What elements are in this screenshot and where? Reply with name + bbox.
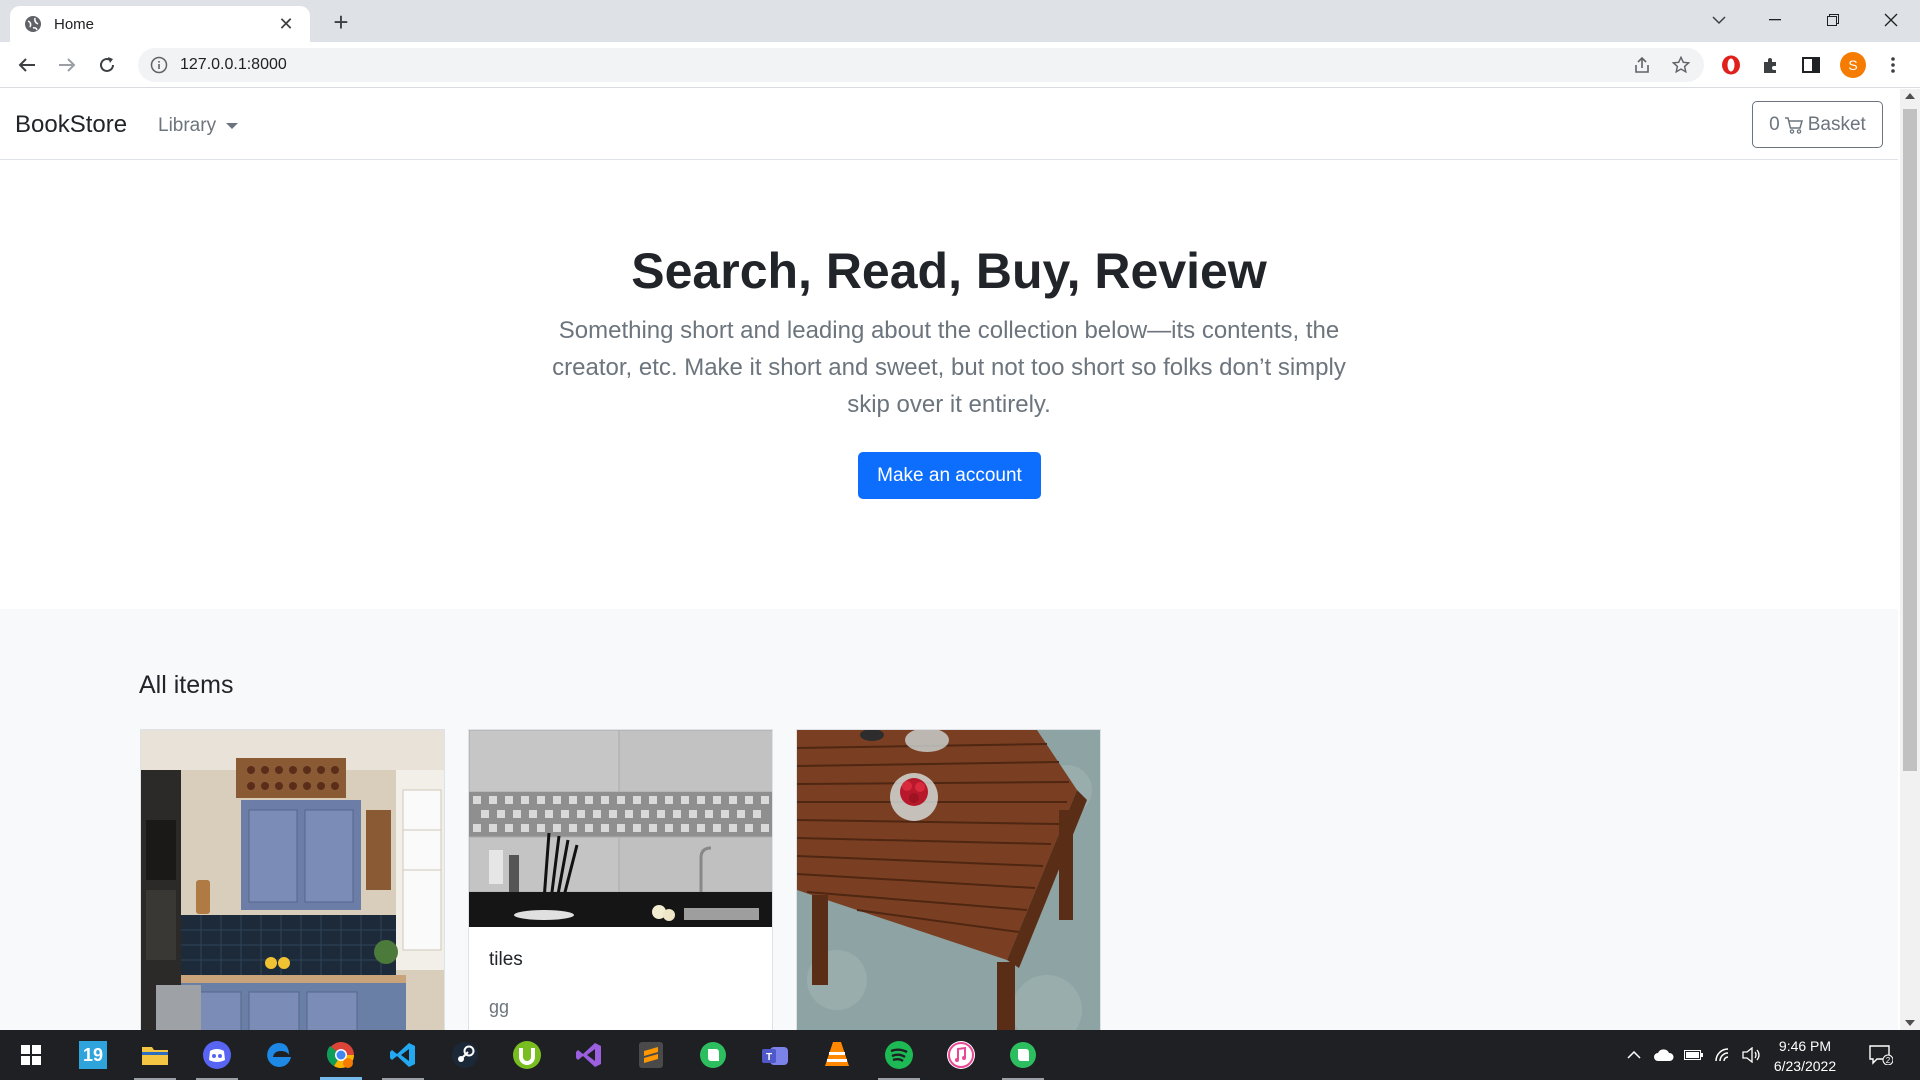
bookmark-star-icon[interactable] <box>1665 49 1697 81</box>
itunes-icon[interactable] <box>934 1035 988 1075</box>
hero-title: Search, Read, Buy, Review <box>631 243 1267 299</box>
items-section: All items tiles gg <box>0 609 1898 1030</box>
file-explorer-icon[interactable] <box>128 1035 182 1080</box>
caret-down-icon <box>226 123 239 129</box>
teams-icon[interactable]: T <box>748 1035 802 1075</box>
globe-icon <box>25 16 41 32</box>
kitchen-photo <box>141 730 444 1030</box>
card-title: tiles <box>489 949 523 970</box>
notification-count: 2 <box>1886 1056 1891 1065</box>
browser-tab-strip: Home ✕ + <box>0 0 1920 42</box>
brand-link[interactable]: BookStore <box>15 111 127 139</box>
url-text: 127.0.0.1:8000 <box>180 56 287 73</box>
site-navbar: BookStore Library 0 Basket <box>0 89 1898 160</box>
back-button[interactable] <box>12 50 42 80</box>
opera-extension-icon[interactable] <box>1716 50 1746 80</box>
windows-taskbar: 19 T 9:46 PM 6/23/2022 2 <box>0 1030 1920 1080</box>
tiles-photo <box>469 730 772 927</box>
scrollbar-thumb[interactable] <box>1903 109 1917 771</box>
close-tab-icon[interactable]: ✕ <box>276 14 296 35</box>
forward-button[interactable] <box>52 50 82 80</box>
system-clock[interactable]: 9:46 PM 6/23/2022 <box>1760 1036 1850 1076</box>
sublime-text-icon[interactable] <box>624 1035 678 1075</box>
close-window-button[interactable] <box>1868 4 1914 36</box>
svg-text:T: T <box>766 1052 772 1063</box>
hero-section: Search, Read, Buy, Review Something shor… <box>0 160 1898 609</box>
page-viewport: BookStore Library 0 Basket Search, Read,… <box>0 89 1898 1030</box>
evernote-icon-2[interactable] <box>996 1035 1050 1080</box>
side-panel-icon[interactable] <box>1796 50 1826 80</box>
library-label: Library <box>158 115 217 136</box>
vscode-icon[interactable] <box>376 1035 430 1080</box>
onedrive-cloud-icon[interactable] <box>1652 1045 1676 1065</box>
card-body: tiles gg <box>469 927 772 1030</box>
basket-label: Basket <box>1807 113 1866 135</box>
edge-browser-icon[interactable] <box>252 1035 306 1075</box>
card-text: gg <box>489 997 510 1017</box>
utorrent-icon[interactable] <box>500 1035 554 1075</box>
item-card[interactable]: tiles gg <box>468 729 773 1030</box>
chrome-icon[interactable] <box>314 1035 368 1080</box>
tab-search-chevron-icon[interactable] <box>1696 4 1742 36</box>
basket-count: 0 <box>1769 113 1780 135</box>
browser-menu-icon[interactable] <box>1878 50 1908 80</box>
library-dropdown[interactable]: Library <box>158 115 239 137</box>
reload-button[interactable] <box>92 50 122 80</box>
share-icon[interactable] <box>1626 49 1658 81</box>
extensions-puzzle-icon[interactable] <box>1756 50 1786 80</box>
site-info-icon[interactable] <box>150 56 168 74</box>
hero-lead: Something short and leading about the co… <box>552 317 1346 418</box>
items-heading: All items <box>139 671 234 699</box>
clock-date: 6/23/2022 <box>1773 1058 1837 1074</box>
discord-icon[interactable] <box>190 1035 244 1080</box>
battery-icon[interactable] <box>1682 1045 1706 1065</box>
visual-studio-icon[interactable] <box>562 1035 616 1075</box>
steam-icon[interactable] <box>438 1035 492 1075</box>
profile-avatar[interactable]: S <box>1840 52 1866 78</box>
browser-toolbar: 127.0.0.1:8000 S <box>0 42 1920 88</box>
make-account-button[interactable]: Make an account <box>858 452 1041 499</box>
new-tab-button[interactable]: + <box>326 8 356 38</box>
tab-title: Home <box>54 15 95 33</box>
show-hidden-icons-chevron[interactable] <box>1622 1045 1646 1065</box>
minimize-button[interactable] <box>1752 4 1798 36</box>
restore-button[interactable] <box>1810 4 1856 36</box>
evernote-icon[interactable] <box>686 1035 740 1075</box>
wifi-icon[interactable] <box>1712 1045 1736 1065</box>
address-bar[interactable]: 127.0.0.1:8000 <box>138 48 1704 82</box>
item-card[interactable] <box>796 729 1101 1030</box>
calendar-app-icon[interactable]: 19 <box>66 1035 120 1075</box>
basket-button[interactable]: 0 Basket <box>1752 101 1883 148</box>
browser-tab-home[interactable]: Home ✕ <box>10 6 310 42</box>
vlc-icon[interactable] <box>810 1035 864 1075</box>
cart-icon <box>1784 116 1803 134</box>
notification-center-icon[interactable]: 2 <box>1866 1045 1896 1065</box>
spotify-icon[interactable] <box>872 1035 926 1080</box>
item-card[interactable] <box>140 729 445 1030</box>
wooden-table-photo <box>797 730 1100 1030</box>
clock-time: 9:46 PM <box>1778 1038 1832 1054</box>
page-scrollbar[interactable] <box>1900 89 1920 1030</box>
scroll-up-icon[interactable] <box>1905 93 1915 99</box>
calendar-day: 19 <box>79 1041 107 1069</box>
scroll-down-icon[interactable] <box>1905 1020 1915 1026</box>
windows-start-icon[interactable] <box>4 1035 58 1075</box>
